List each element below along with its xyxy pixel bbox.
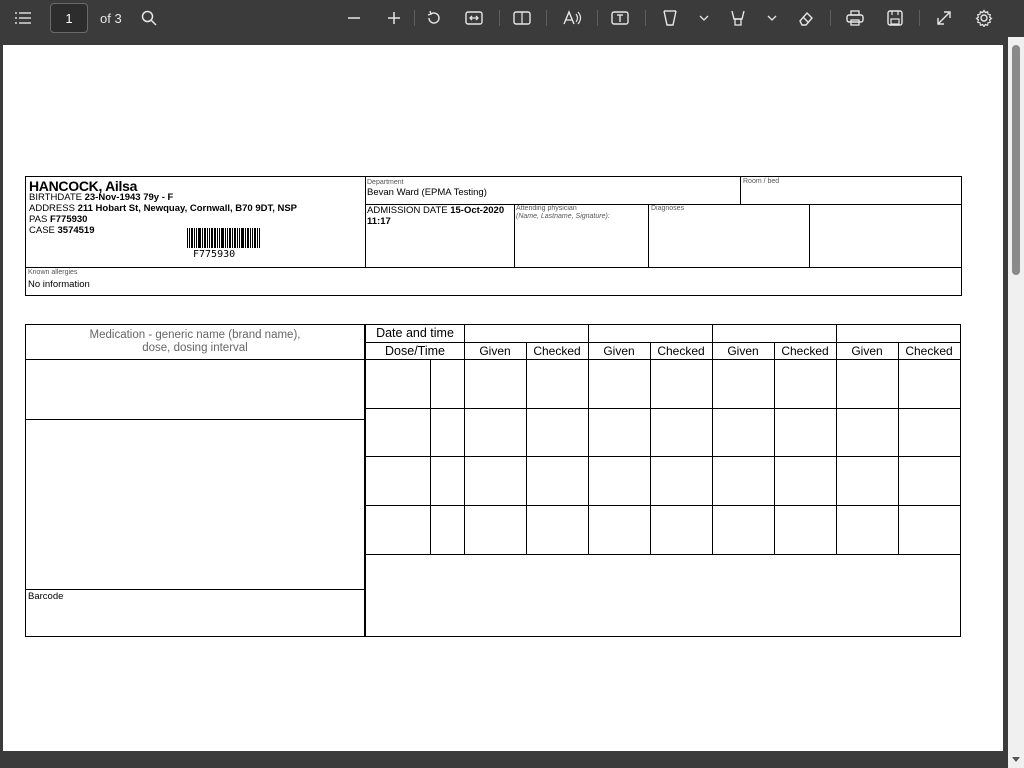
address-label: ADDRESS — [29, 203, 75, 214]
given-header-2: Given — [603, 344, 635, 358]
settings-gear-icon[interactable] — [973, 4, 995, 32]
viewer-bottom-edge — [0, 752, 1008, 768]
admission-date-row: ADMISSION DATE 15-Oct-2020 — [367, 205, 504, 216]
medication-column-box — [25, 324, 365, 637]
barcode-text: F775930 — [193, 249, 236, 260]
highlight-options-chevron-down-icon[interactable] — [764, 4, 780, 32]
attending-physician-label: Attending physician — [516, 205, 577, 212]
known-allergies-label: Known allergies — [28, 269, 78, 276]
text-box-icon[interactable] — [609, 4, 631, 32]
case-value: 3574519 — [57, 225, 95, 236]
medication-header-line1: Medication - generic name (brand name), — [89, 329, 301, 341]
draw-options-chevron-down-icon[interactable] — [696, 4, 712, 32]
rotate-icon[interactable] — [423, 4, 445, 32]
given-header-1: Given — [479, 344, 511, 358]
address-value: 211 Hobart St, Newquay, Cornwall, B70 9D… — [77, 203, 298, 214]
scrollbar-thumb[interactable] — [1012, 45, 1020, 275]
admission-date-label: ADMISSION DATE — [367, 205, 448, 216]
department-value: Bevan Ward (EPMA Testing) — [367, 187, 487, 198]
fit-width-icon[interactable] — [463, 4, 485, 32]
barcode-label: Barcode — [28, 591, 64, 602]
attending-physician-hint: (Name, Lastname, Signature): — [516, 213, 610, 220]
eraser-icon[interactable] — [795, 4, 817, 32]
checked-header-4: Checked — [905, 344, 953, 358]
checked-header-2: Checked — [657, 344, 705, 358]
medication-header-line2: dose, dosing interval — [142, 342, 248, 354]
fullscreen-icon[interactable] — [933, 4, 955, 32]
pas-row: PAS F775930 — [29, 214, 87, 225]
draw-icon[interactable] — [659, 4, 681, 32]
dose-time-header: Dose/Time — [385, 344, 445, 358]
save-icon[interactable] — [884, 4, 906, 32]
scroll-down-arrow-icon[interactable] — [1012, 757, 1020, 762]
given-header-4: Given — [851, 344, 883, 358]
admission-date-value: 15-Oct-2020 — [450, 205, 505, 216]
date-and-time-header: Date and time — [376, 326, 454, 340]
given-header-3: Given — [727, 344, 759, 358]
admission-time-value: 11:17 — [367, 216, 391, 227]
page-total-label: of 3 — [100, 11, 122, 26]
pdf-toolbar: 1 of 3 — [0, 0, 1024, 37]
zoom-out-icon[interactable] — [343, 4, 365, 32]
address-row: ADDRESS 211 Hobart St, Newquay, Cornwall… — [29, 203, 297, 214]
pas-value: F775930 — [49, 214, 88, 225]
birthdate-value: 23-Nov-1943 79y - F — [84, 192, 174, 203]
print-icon[interactable] — [843, 4, 867, 32]
pdf-page: HANCOCK, Ailsa BIRTHDATE 23-Nov-1943 79y… — [3, 45, 1003, 751]
read-aloud-icon[interactable] — [560, 4, 584, 32]
room-bed-label: Room / bed — [743, 178, 780, 185]
highlight-icon[interactable] — [727, 4, 749, 32]
department-label: Department — [367, 179, 404, 186]
search-icon[interactable] — [138, 4, 160, 32]
birthdate-label: BIRTHDATE — [29, 192, 82, 203]
contents-icon[interactable] — [12, 4, 34, 32]
patient-barcode-image — [187, 228, 261, 248]
known-allergies-value: No information — [28, 279, 90, 290]
vertical-scrollbar[interactable] — [1008, 37, 1024, 768]
document-viewport[interactable]: HANCOCK, Ailsa BIRTHDATE 23-Nov-1943 79y… — [0, 37, 1008, 768]
pas-label: PAS — [29, 214, 48, 225]
case-row: CASE 3574519 — [29, 225, 95, 236]
case-label: CASE — [29, 225, 55, 236]
birthdate-row: BIRTHDATE 23-Nov-1943 79y - F — [29, 192, 173, 203]
page-number-input[interactable]: 1 — [50, 3, 88, 33]
administration-grid — [365, 324, 961, 637]
zoom-in-icon[interactable] — [383, 4, 405, 32]
checked-header-1: Checked — [533, 344, 581, 358]
page-view-icon[interactable] — [511, 4, 533, 32]
checked-header-3: Checked — [781, 344, 829, 358]
diagnoses-label: Diagnoses — [651, 205, 685, 212]
